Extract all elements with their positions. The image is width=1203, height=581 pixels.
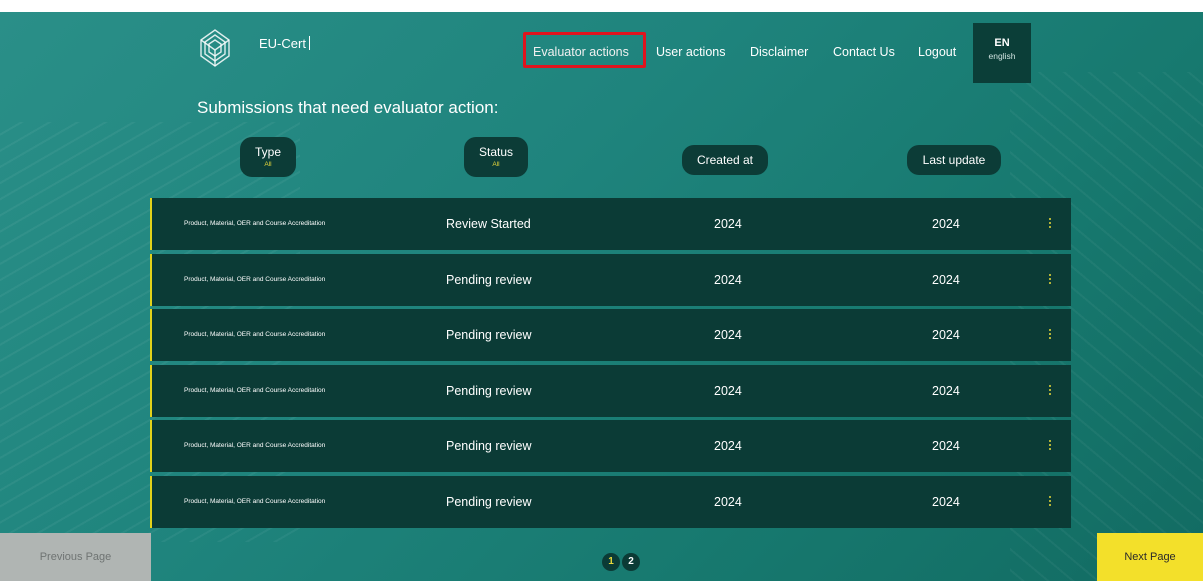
submission-row[interactable]: Product, Material, OER and Course Accred… — [150, 309, 1071, 361]
submission-status: Pending review — [446, 328, 532, 342]
top-strip — [0, 0, 1203, 12]
section-title: Submissions that need evaluator action: — [197, 98, 499, 117]
submission-type: Product, Material, OER and Course Accred… — [184, 497, 326, 505]
kebab-menu-icon[interactable] — [1048, 273, 1052, 286]
language-code: EN — [994, 37, 1010, 49]
status-filter-button[interactable]: Status All — [464, 137, 528, 177]
brand-cursor — [308, 36, 310, 50]
eu-cert-logo-icon[interactable] — [193, 26, 237, 70]
last-update-label: Last update — [922, 153, 986, 167]
submission-status: Pending review — [446, 383, 532, 398]
page: EU-Cert Evaluator actions User actions D… — [0, 12, 1203, 581]
next-page-button[interactable]: Next Page — [1097, 533, 1203, 581]
nav-contact-us[interactable]: Contact Us — [833, 45, 895, 59]
submission-created: 2024 — [714, 439, 742, 453]
status-filter-label: Status — [478, 145, 514, 159]
nav-disclaimer[interactable]: Disclaimer — [750, 45, 808, 59]
submission-row[interactable]: Product, Material, OER and Course Accred… — [150, 253, 1071, 306]
brand-name[interactable]: EU-Cert — [259, 36, 310, 51]
submission-status: Pending review — [446, 272, 532, 287]
kebab-menu-icon[interactable] — [1048, 329, 1052, 341]
submission-updated: 2024 — [932, 217, 960, 231]
submission-type: Product, Material, OER and Course Accred… — [184, 275, 326, 283]
submission-created: 2024 — [714, 328, 742, 342]
submission-status: Pending review — [446, 494, 532, 509]
submission-updated: 2024 — [932, 494, 960, 509]
pagination: 1 2 — [602, 553, 640, 571]
nav-evaluator-actions[interactable]: Evaluator actions — [533, 45, 629, 59]
language-name: english — [988, 51, 1016, 61]
submission-updated: 2024 — [932, 328, 960, 342]
language-switcher[interactable]: EN english — [973, 23, 1031, 83]
submission-row[interactable]: Product, Material, OER and Course Accred… — [150, 198, 1071, 250]
nav-logout[interactable]: Logout — [918, 45, 956, 59]
brand-text: EU-Cert — [259, 36, 306, 51]
created-at-sort-button[interactable]: Created at — [682, 145, 768, 175]
nav-user-actions[interactable]: User actions — [656, 45, 725, 59]
submission-type: Product, Material, OER and Course Accred… — [184, 220, 326, 227]
page-2-button[interactable]: 2 — [622, 553, 640, 571]
submission-row[interactable]: Product, Material, OER and Course Accred… — [150, 420, 1071, 472]
previous-page-button[interactable]: Previous Page — [0, 533, 151, 581]
submission-updated: 2024 — [932, 383, 960, 398]
kebab-menu-icon[interactable] — [1048, 384, 1052, 397]
kebab-menu-icon[interactable] — [1048, 218, 1052, 230]
type-filter-label: Type — [254, 145, 281, 159]
submission-created: 2024 — [714, 494, 742, 509]
submission-created: 2024 — [714, 383, 742, 398]
submission-type: Product, Material, OER and Course Accred… — [184, 386, 326, 394]
submission-row[interactable]: Product, Material, OER and Course Accred… — [150, 364, 1071, 417]
submission-row[interactable]: Product, Material, OER and Course Accred… — [150, 475, 1071, 528]
type-filter-value: All — [264, 161, 272, 168]
created-at-label: Created at — [696, 153, 754, 167]
submission-status: Review Started — [446, 217, 531, 231]
submission-status: Pending review — [446, 439, 532, 453]
submission-updated: 2024 — [932, 439, 960, 453]
submission-type: Product, Material, OER and Course Accred… — [184, 442, 326, 449]
submission-created: 2024 — [714, 217, 742, 231]
kebab-menu-icon[interactable] — [1048, 440, 1052, 452]
last-update-sort-button[interactable]: Last update — [907, 145, 1001, 175]
submission-created: 2024 — [714, 272, 742, 287]
kebab-menu-icon[interactable] — [1048, 495, 1052, 508]
status-filter-value: All — [492, 161, 500, 168]
submissions-list: Product, Material, OER and Course Accred… — [150, 198, 1071, 531]
submission-type: Product, Material, OER and Course Accred… — [184, 331, 326, 338]
page-1-button[interactable]: 1 — [602, 553, 620, 571]
submission-updated: 2024 — [932, 272, 960, 287]
type-filter-button[interactable]: Type All — [240, 137, 296, 177]
